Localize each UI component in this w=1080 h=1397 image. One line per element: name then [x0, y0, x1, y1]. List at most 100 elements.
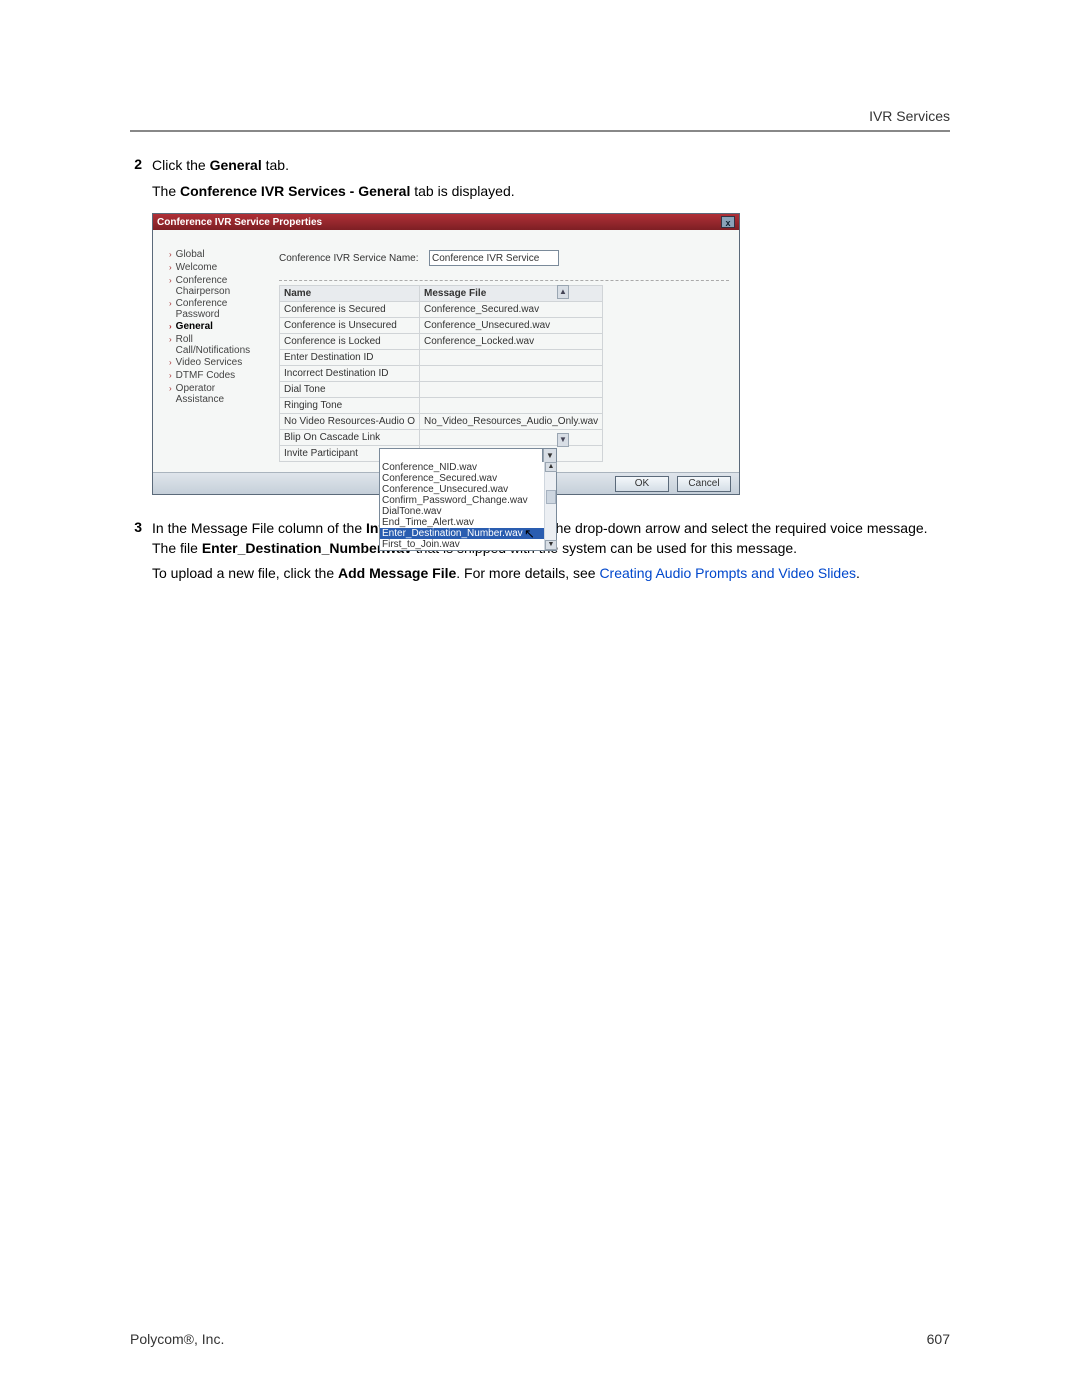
messages-table: Name Message File Conference is SecuredC…: [279, 285, 603, 462]
sidebar-item-label: Roll Call/Notifications: [176, 334, 265, 356]
footer-left: Polycom®, Inc.: [130, 1331, 224, 1347]
messages-table-container: Name Message File Conference is SecuredC…: [279, 285, 569, 462]
cell-message-file[interactable]: Conference_Secured.wav: [420, 302, 603, 318]
sidebar-item[interactable]: › General: [169, 320, 265, 333]
table-row[interactable]: Enter Destination ID: [280, 350, 603, 366]
cell-message-file[interactable]: No_Video_Resources_Audio_Only.wav: [420, 414, 603, 430]
scroll-up-icon[interactable]: ▲: [545, 462, 557, 472]
dropdown-option[interactable]: Conference_Secured.wav: [380, 473, 556, 484]
sidebar-item-label: Welcome: [176, 262, 218, 273]
sidebar-item-label: Conference Chairperson: [176, 275, 265, 297]
footer-page-number: 607: [927, 1331, 950, 1347]
dialog-sidebar: › Global › Welcome › Conference Chairperson › C…: [153, 230, 269, 472]
scroll-up-icon[interactable]: ▲: [557, 285, 569, 299]
service-name-input[interactable]: [429, 250, 559, 266]
header-section: IVR Services: [869, 108, 950, 124]
creating-audio-prompts-link[interactable]: Creating Audio Prompts and Video Slides: [599, 565, 856, 581]
separator: [279, 280, 729, 281]
sidebar-item[interactable]: › DTMF Codes: [169, 369, 265, 382]
chevron-down-icon[interactable]: ▼: [543, 449, 556, 462]
close-icon[interactable]: x: [721, 216, 735, 228]
ivr-service-properties-dialog: Conference IVR Service Properties x › Glo…: [152, 213, 740, 495]
chevron-right-icon: ›: [169, 357, 172, 369]
header-rule: [130, 130, 950, 132]
dropdown-option[interactable]: Enter_Destination_Number.wav: [380, 528, 556, 539]
table-row[interactable]: No Video Resources-Audio ONo_Video_Resou…: [280, 414, 603, 430]
cell-message-file[interactable]: [420, 430, 603, 446]
cell-message-file[interactable]: [420, 366, 603, 382]
table-row[interactable]: Blip On Cascade Link: [280, 430, 603, 446]
sidebar-item[interactable]: › Conference Password: [169, 297, 265, 320]
sidebar-item[interactable]: › Global: [169, 248, 265, 261]
sidebar-item[interactable]: › Conference Chairperson: [169, 274, 265, 297]
cell-message-file[interactable]: Conference_Unsecured.wav: [420, 318, 603, 334]
scroll-down-icon[interactable]: ▼: [545, 540, 557, 550]
scroll-thumb[interactable]: [546, 490, 556, 504]
cancel-button[interactable]: Cancel: [677, 476, 731, 492]
scroll-down-icon[interactable]: ▼: [557, 433, 569, 447]
sidebar-item[interactable]: › Roll Call/Notifications: [169, 333, 265, 356]
sidebar-item[interactable]: ›Operator Assistance: [169, 382, 265, 405]
cell-name: Conference is Unsecured: [280, 318, 420, 334]
sidebar-item-label: DTMF Codes: [176, 370, 235, 381]
cell-name: Enter Destination ID: [280, 350, 420, 366]
dialog-body: › Global › Welcome › Conference Chairperson › C…: [153, 230, 739, 472]
dropdown-scrollbar[interactable]: ▲ ▼: [544, 462, 556, 550]
cell-name: Ringing Tone: [280, 398, 420, 414]
service-name-label: Conference IVR Service Name:: [279, 253, 429, 264]
cell-message-file[interactable]: Conference_Locked.wav: [420, 334, 603, 350]
step-2: 2 Click the General tab.: [130, 156, 950, 176]
table-row[interactable]: Conference is UnsecuredConference_Unsecu…: [280, 318, 603, 334]
cell-name: Conference is Locked: [280, 334, 420, 350]
sidebar-item-label: Global: [176, 249, 205, 260]
col-name[interactable]: Name: [280, 286, 420, 302]
chevron-right-icon: ›: [169, 249, 172, 261]
chevron-right-icon: ›: [169, 321, 172, 333]
step-3-number: 3: [130, 519, 152, 584]
table-row[interactable]: Conference is SecuredConference_Secured.…: [280, 302, 603, 318]
cell-name: No Video Resources-Audio O: [280, 414, 420, 430]
chevron-right-icon: ›: [169, 298, 172, 310]
chevron-right-icon: ›: [169, 262, 172, 274]
table-row[interactable]: Conference is LockedConference_Locked.wa…: [280, 334, 603, 350]
cell-message-file[interactable]: [420, 382, 603, 398]
dropdown-option[interactable]: End_Time_Alert.wav: [380, 517, 556, 528]
cell-name: Incorrect Destination ID: [280, 366, 420, 382]
step-2-number: 2: [130, 156, 152, 176]
table-row[interactable]: Ringing Tone: [280, 398, 603, 414]
sidebar-item-label: Operator Assistance: [176, 383, 265, 405]
step-2-line2: The Conference IVR Services - General ta…: [152, 182, 950, 202]
dropdown-value[interactable]: [380, 449, 543, 462]
sidebar-item-label: General: [176, 321, 213, 332]
dropdown-option[interactable]: First_to_Join.wav: [380, 539, 556, 550]
cell-message-file[interactable]: [420, 398, 603, 414]
sidebar-item-label: Conference Password: [176, 298, 265, 320]
table-row[interactable]: Incorrect Destination ID: [280, 366, 603, 382]
step-2-line1: Click the General tab.: [152, 156, 289, 176]
dropdown-option[interactable]: Confirm_Password_Change.wav: [380, 495, 556, 506]
dialog-main: Conference IVR Service Name: Name Messag…: [269, 230, 739, 472]
sidebar-item-label: Video Services: [176, 357, 243, 368]
chevron-right-icon: ›: [169, 370, 172, 382]
col-message-file[interactable]: Message File: [420, 286, 603, 302]
dropdown-list[interactable]: Conference_NID.wavConference_Secured.wav…: [380, 462, 556, 550]
chevron-right-icon: ›: [169, 275, 172, 287]
message-file-dropdown[interactable]: ▼ Conference_NID.wavConference_Secured.w…: [379, 448, 557, 551]
cell-name: Conference is Secured: [280, 302, 420, 318]
ok-button[interactable]: OK: [615, 476, 669, 492]
service-name-row: Conference IVR Service Name:: [279, 250, 729, 266]
page-footer: Polycom®, Inc. 607: [130, 1331, 950, 1347]
sidebar-item[interactable]: › Video Services: [169, 356, 265, 369]
dialog-title-text: Conference IVR Service Properties: [157, 217, 322, 228]
chevron-right-icon: ›: [169, 334, 172, 346]
document-page: IVR Services 2 Click the General tab. Th…: [0, 0, 1080, 1397]
dropdown-option[interactable]: Conference_Unsecured.wav: [380, 484, 556, 495]
cell-message-file[interactable]: [420, 350, 603, 366]
dropdown-option[interactable]: DialTone.wav: [380, 506, 556, 517]
sidebar-item[interactable]: › Welcome: [169, 261, 265, 274]
cell-name: Dial Tone: [280, 382, 420, 398]
dialog-screenshot: Conference IVR Service Properties x › Glo…: [152, 213, 950, 495]
dialog-titlebar[interactable]: Conference IVR Service Properties x: [153, 214, 739, 230]
table-row[interactable]: Dial Tone: [280, 382, 603, 398]
dropdown-option[interactable]: Conference_NID.wav: [380, 462, 556, 473]
